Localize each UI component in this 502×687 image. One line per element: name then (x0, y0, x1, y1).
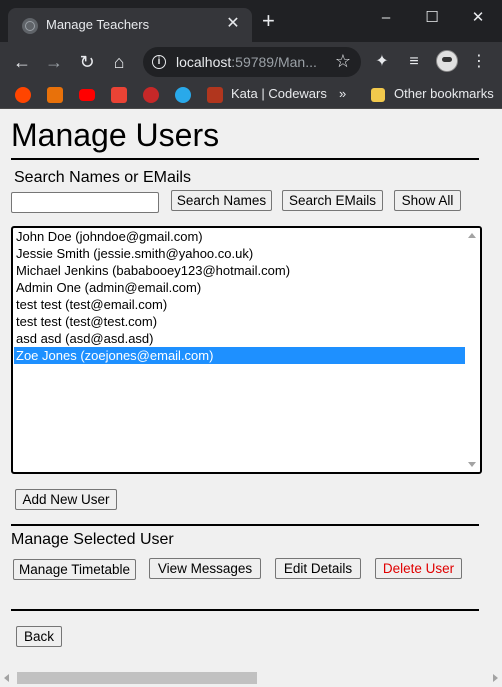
divider (11, 158, 479, 160)
manage-selected-label: Manage Selected User (11, 531, 174, 548)
bookmarks-bar: Kata | Codewars » Other bookmarks (0, 80, 502, 109)
user-option[interactable]: Jessie Smith (jessie.smith@yahoo.co.uk) (14, 245, 467, 262)
search-names-button[interactable]: Search Names (171, 190, 272, 211)
divider (11, 609, 479, 611)
other-bookmarks[interactable]: Other bookmarks (394, 86, 494, 101)
scroll-down-arrow-icon[interactable] (468, 462, 476, 467)
reload-icon[interactable]: ↻ (76, 51, 98, 73)
manage-timetable-button[interactable]: Manage Timetable (13, 559, 136, 580)
view-messages-button[interactable]: View Messages (149, 558, 261, 579)
back-button[interactable]: Back (16, 626, 62, 647)
bookmarks-overflow-chevron[interactable]: » (339, 86, 346, 101)
menu-kebab-icon[interactable]: ⋮ (468, 51, 490, 73)
bookmark-icon-5[interactable] (143, 87, 159, 103)
user-option[interactable]: asd asd (asd@asd.asd) (14, 330, 467, 347)
browser-tab[interactable]: Manage Teachers ✕ (8, 8, 252, 42)
scrollbar-thumb[interactable] (17, 672, 257, 684)
extensions-puzzle-icon[interactable]: ✦ (371, 51, 393, 73)
bookmark-codewars[interactable]: Kata | Codewars (231, 86, 327, 101)
tab-title: Manage Teachers (46, 17, 150, 32)
forward-arrow-icon[interactable]: → (43, 51, 65, 73)
close-window-button[interactable]: ✕ (455, 6, 501, 30)
page-horizontal-scrollbar[interactable] (0, 670, 502, 687)
search-label: Search Names or EMails (14, 169, 191, 186)
user-option[interactable]: test test (test@test.com) (14, 313, 467, 330)
scroll-right-arrow-icon[interactable] (493, 674, 498, 682)
reddit-bookmark-icon[interactable] (15, 87, 31, 103)
bookmark-icon-2[interactable] (47, 87, 63, 103)
home-icon[interactable]: ⌂ (108, 51, 130, 73)
codewars-bookmark-icon[interactable] (207, 87, 223, 103)
globe-icon (22, 18, 38, 34)
star-bookmark-icon[interactable]: ☆ (335, 51, 351, 72)
scroll-left-arrow-icon[interactable] (4, 674, 9, 682)
delete-user-button[interactable]: Delete User (375, 558, 462, 579)
browser-tabstrip: Manage Teachers ✕ + – ☐ ✕ (0, 0, 502, 42)
new-tab-button[interactable]: + (262, 10, 275, 32)
folder-icon (371, 88, 385, 102)
youtube-bookmark-icon[interactable] (79, 89, 95, 101)
url-text: localhost:59789/Man... (176, 54, 317, 70)
minimize-button[interactable]: – (363, 6, 409, 30)
user-option[interactable]: John Doe (johndoe@gmail.com) (14, 228, 467, 245)
add-new-user-button[interactable]: Add New User (15, 489, 117, 510)
back-arrow-icon[interactable]: ← (11, 51, 33, 73)
users-listbox[interactable]: John Doe (johndoe@gmail.com) Jessie Smit… (11, 226, 482, 474)
profile-avatar[interactable] (436, 50, 458, 72)
search-emails-button[interactable]: Search EMails (282, 190, 383, 211)
listbox-scrollbar[interactable] (465, 228, 480, 472)
telegram-bookmark-icon[interactable] (175, 87, 191, 103)
reading-list-icon[interactable]: ≡ (403, 51, 425, 73)
divider (11, 524, 479, 526)
browser-toolbar: ← → ↻ ⌂ i localhost:59789/Man... ☆ ✦ ≡ ⋮ (0, 42, 502, 80)
user-option[interactable]: Michael Jenkins (bababooey123@hotmail.co… (14, 262, 467, 279)
gmail-bookmark-icon[interactable] (111, 87, 127, 103)
user-option[interactable]: test test (test@email.com) (14, 296, 467, 313)
scroll-up-arrow-icon[interactable] (468, 233, 476, 238)
info-icon[interactable]: i (152, 55, 166, 69)
close-tab-icon[interactable]: ✕ (224, 15, 242, 33)
page-title: Manage Users (11, 117, 220, 153)
user-option-selected[interactable]: Zoe Jones (zoejones@email.com) (14, 347, 467, 364)
search-input[interactable] (11, 192, 159, 213)
maximize-button[interactable]: ☐ (409, 6, 455, 30)
show-all-button[interactable]: Show All (394, 190, 461, 211)
address-bar[interactable]: i localhost:59789/Man... ☆ (143, 47, 361, 77)
page-content: Manage Users Search Names or EMails Sear… (0, 109, 502, 687)
edit-details-button[interactable]: Edit Details (275, 558, 361, 579)
user-option[interactable]: Admin One (admin@email.com) (14, 279, 467, 296)
